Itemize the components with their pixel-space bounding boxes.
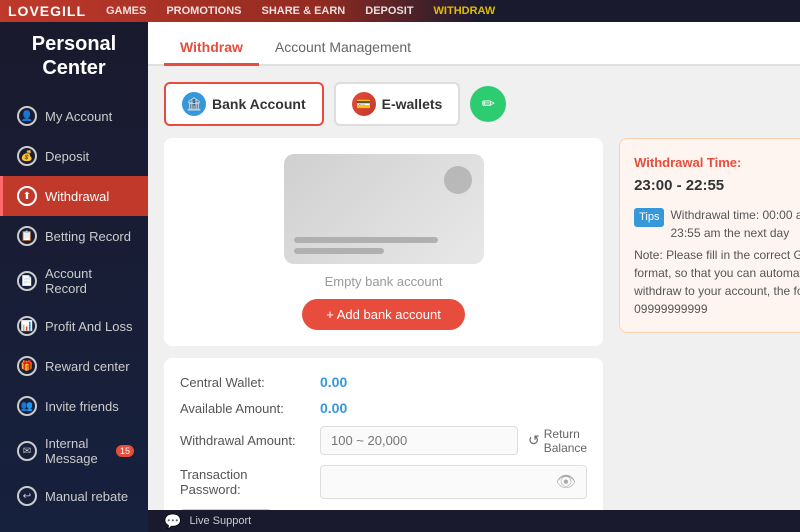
sidebar-label-profit-loss: Profit And Loss — [45, 319, 132, 334]
sidebar-title: PersonalCenter — [32, 32, 116, 80]
manual-rebate-icon: ↩ — [17, 486, 37, 506]
my-account-icon: 👤 — [17, 106, 37, 126]
eye-icon[interactable]: 👁 — [556, 472, 576, 492]
sidebar-item-reward-center[interactable]: 🎁 Reward center — [0, 346, 148, 386]
live-support-bar[interactable]: 💬 Live Support — [148, 510, 800, 532]
bank-account-label: Bank Account — [212, 96, 306, 112]
sidebar-item-account-record[interactable]: 📄 Account Record — [0, 256, 148, 306]
card-circle-decoration — [444, 166, 472, 194]
tab-account-management[interactable]: Account Management — [259, 31, 427, 66]
tips-badge: Tips — [634, 208, 664, 228]
sidebar-label-reward-center: Reward center — [45, 359, 130, 374]
withdrawal-time-value: 23:00 - 22:55 — [634, 174, 800, 198]
account-record-icon: 📄 — [17, 271, 37, 291]
form-row-withdrawal-amount: Withdrawal Amount: ↺ Return Balance — [180, 426, 587, 455]
withdrawal-info-box: Withdrawal Time: 23:00 - 22:55 Tips With… — [619, 138, 800, 333]
sidebar-label-internal-message: Internal Message — [45, 436, 108, 466]
invite-friends-icon: 👥 — [17, 396, 37, 416]
empty-bank-label: Empty bank account — [325, 274, 443, 289]
return-balance-label: Return Balance — [544, 427, 587, 455]
available-amount-label: Available Amount: — [180, 401, 310, 416]
internal-message-icon: ✉ — [17, 441, 37, 461]
ewallet-label: E-wallets — [382, 96, 443, 112]
nav-promotions[interactable]: PROMOTIONS — [166, 5, 241, 17]
sidebar-item-manual-rebate[interactable]: ↩ Manual rebate — [0, 476, 148, 516]
edit-button[interactable]: ✏ — [470, 86, 506, 122]
withdrawal-amount-label: Withdrawal Amount: — [180, 433, 310, 448]
profit-loss-icon: 📊 — [17, 316, 37, 336]
withdrawal-amount-input[interactable] — [320, 426, 518, 455]
main-split: Empty bank account + Add bank account Ce… — [164, 138, 784, 510]
note-text: Note: Please fill in the correct GCASH f… — [634, 246, 800, 318]
message-badge: 15 — [116, 445, 134, 457]
return-balance-btn[interactable]: ↺ Return Balance — [528, 427, 587, 455]
nav-games[interactable]: GAMES — [106, 5, 146, 17]
bank-account-btn[interactable]: 🏦 Bank Account — [164, 82, 324, 126]
sidebar-item-internal-message[interactable]: ✉ Internal Message 15 — [0, 426, 148, 476]
form-section: Central Wallet: 0.00 Available Amount: 0… — [164, 358, 603, 510]
nav-withdraw[interactable]: WITHDRAW — [434, 5, 496, 17]
sidebar-label-manual-rebate: Manual rebate — [45, 489, 128, 504]
right-panel: Withdrawal Time: 23:00 - 22:55 Tips With… — [619, 138, 800, 510]
bank-card-visual — [284, 154, 484, 264]
sidebar-item-my-account[interactable]: 👤 My Account — [0, 96, 148, 136]
card-lines — [294, 237, 474, 254]
tab-withdraw[interactable]: Withdraw — [164, 31, 259, 66]
content-body: 🏦 Bank Account 💳 E-wallets ✏ — [148, 66, 800, 510]
form-row-central-wallet: Central Wallet: 0.00 — [180, 374, 587, 390]
reward-center-icon: 🎁 — [17, 356, 37, 376]
payment-methods: 🏦 Bank Account 💳 E-wallets ✏ — [164, 82, 784, 126]
sidebar-item-deposit[interactable]: 💰 Deposit — [0, 136, 148, 176]
main-layout: PersonalCenter 👤 My Account 💰 Deposit ⬆ … — [0, 22, 800, 532]
live-support-label: Live Support — [189, 515, 251, 527]
transaction-password-label: Transaction Password: — [180, 467, 310, 497]
nav-deposit[interactable]: DEPOSIT — [365, 5, 413, 17]
add-bank-account-button[interactable]: + Add bank account — [302, 299, 465, 330]
sidebar-label-deposit: Deposit — [45, 149, 89, 164]
top-nav: LOVEGILL GAMES PROMOTIONS SHARE & EARN D… — [0, 0, 800, 22]
sidebar-label-my-account: My Account — [45, 109, 112, 124]
sidebar-label-invite-friends: Invite friends — [45, 399, 119, 414]
central-wallet-label: Central Wallet: — [180, 375, 310, 390]
sidebar-item-profit-loss[interactable]: 📊 Profit And Loss — [0, 306, 148, 346]
sidebar-item-invite-friends[interactable]: 👥 Invite friends — [0, 386, 148, 426]
card-line-1 — [294, 237, 438, 243]
withdrawal-icon: ⬆ — [17, 186, 37, 206]
ewallet-icon: 💳 — [352, 92, 376, 116]
betting-record-icon: 📋 — [17, 226, 37, 246]
withdrawal-time-label: Withdrawal Time: — [634, 153, 800, 174]
deposit-icon: 💰 — [17, 146, 37, 166]
sidebar-item-betting-record[interactable]: 📋 Betting Record — [0, 216, 148, 256]
card-line-2 — [294, 248, 384, 254]
refresh-icon: ↺ — [528, 432, 540, 449]
central-wallet-value: 0.00 — [320, 374, 347, 390]
nav-share-earn[interactable]: SHARE & EARN — [262, 5, 346, 17]
tab-bar: Withdraw Account Management — [148, 22, 800, 66]
brand-logo: LOVEGILL — [8, 3, 86, 19]
sidebar-label-withdrawal: Withdrawal — [45, 189, 109, 204]
tips-row: Tips Withdrawal time: 00:00 am - 23:55 a… — [634, 206, 800, 242]
left-panel: Empty bank account + Add bank account Ce… — [164, 138, 603, 510]
bank-card-area: Empty bank account + Add bank account — [164, 138, 603, 346]
sidebar: PersonalCenter 👤 My Account 💰 Deposit ⬆ … — [0, 22, 148, 532]
content-area: Withdraw Account Management 🏦 Bank Accou… — [148, 22, 800, 532]
ewallets-btn[interactable]: 💳 E-wallets — [334, 82, 461, 126]
tips-text: Withdrawal time: 00:00 am - 23:55 am the… — [670, 206, 800, 242]
sidebar-item-withdrawal[interactable]: ⬆ Withdrawal — [0, 176, 148, 216]
add-bank-label: + Add bank account — [326, 307, 441, 322]
available-amount-value: 0.00 — [320, 400, 347, 416]
form-row-transaction-password: Transaction Password: 👁 — [180, 465, 587, 499]
sidebar-label-betting-record: Betting Record — [45, 229, 131, 244]
form-row-available-amount: Available Amount: 0.00 — [180, 400, 587, 416]
bank-icon: 🏦 — [182, 92, 206, 116]
sidebar-label-account-record: Account Record — [45, 266, 134, 296]
